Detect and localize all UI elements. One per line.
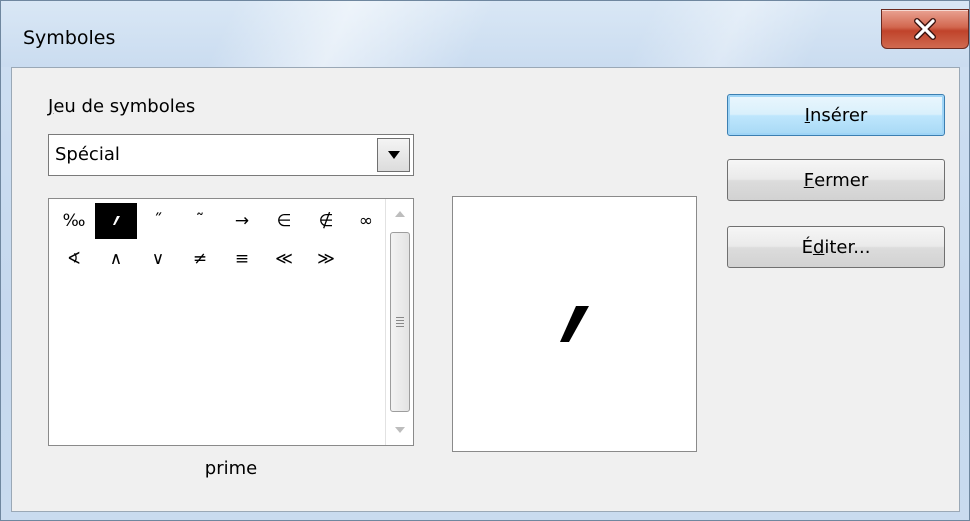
dropdown-arrow-button[interactable] xyxy=(377,138,410,172)
symbol-preview xyxy=(452,196,697,452)
symbol-cell-selected[interactable] xyxy=(95,203,137,239)
symbol-grid-scrollbar[interactable] xyxy=(385,199,413,445)
close-button[interactable]: Fermer xyxy=(727,159,945,201)
symbol-set-dropdown[interactable]: Spécial xyxy=(48,134,414,176)
close-x-icon xyxy=(914,18,936,40)
symbols-dialog: Symboles Jeu de symboles Spécial ‰ ˝ ˜ →… xyxy=(0,0,970,521)
edit-button[interactable]: Éd iter... xyxy=(727,226,945,268)
symbol-cell[interactable]: ≪ xyxy=(263,241,305,277)
symbol-cell[interactable]: ∢ xyxy=(53,241,95,277)
symbol-cell[interactable]: ≫ xyxy=(305,241,347,277)
symbol-cell[interactable]: ˜ xyxy=(179,203,221,239)
symbol-cell[interactable]: ∧ xyxy=(95,241,137,277)
symbol-cell[interactable]: ∉ xyxy=(305,203,347,239)
scroll-down-button[interactable] xyxy=(386,415,413,445)
symbol-cell[interactable]: ∈ xyxy=(263,203,305,239)
symbol-cell[interactable]: ∞ xyxy=(345,203,387,239)
title-bar[interactable]: Symboles xyxy=(1,1,969,67)
symbol-cell[interactable]: ∨ xyxy=(137,241,179,277)
symbol-cell[interactable]: ‰ xyxy=(53,203,95,239)
grip-icon xyxy=(396,315,404,329)
symbol-set-value: Spécial xyxy=(55,144,120,165)
scroll-thumb[interactable] xyxy=(390,232,410,412)
scroll-up-button[interactable] xyxy=(386,199,413,229)
close-window-button[interactable] xyxy=(881,9,969,49)
dialog-body: Jeu de symboles Spécial ‰ ˝ ˜ → ∈ ∉ ∞ ∢ … xyxy=(11,67,960,512)
selected-symbol-name: prime xyxy=(204,458,258,479)
insert-button[interactable]: Insérer xyxy=(727,94,945,136)
prime-preview-glyph xyxy=(559,306,589,342)
symbol-cell[interactable]: ≡ xyxy=(221,241,263,277)
symbol-set-label: Jeu de symboles xyxy=(48,96,196,117)
symbol-grid[interactable]: ‰ ˝ ˜ → ∈ ∉ ∞ ∢ ∧ ∨ ≠ ≡ ≪ ≫ xyxy=(48,198,414,446)
prime-glyph xyxy=(113,216,120,225)
triangle-down-icon xyxy=(387,151,400,159)
symbol-cell[interactable]: ≠ xyxy=(179,241,221,277)
symbol-cell[interactable]: → xyxy=(221,203,263,239)
window-title: Symboles xyxy=(23,27,116,49)
scroll-up-icon xyxy=(394,211,405,217)
symbol-cell[interactable]: ˝ xyxy=(137,203,179,239)
scroll-down-icon xyxy=(394,427,405,433)
